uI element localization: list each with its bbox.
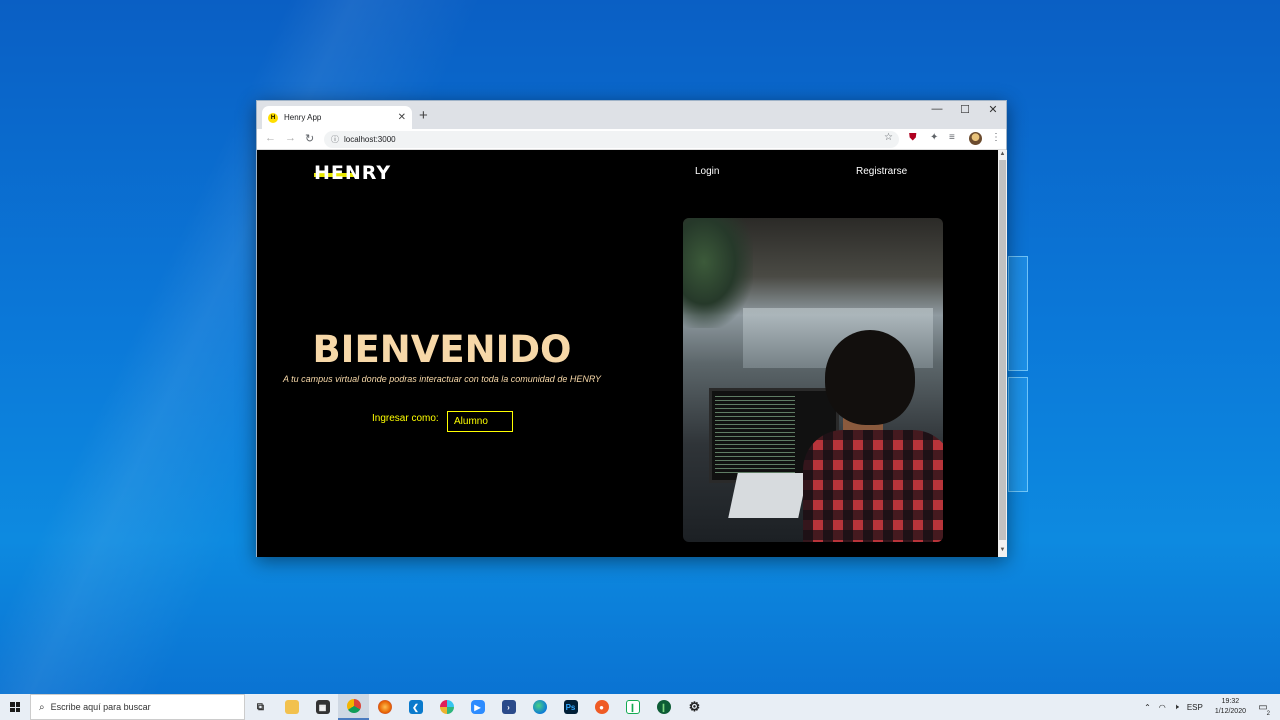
powershell-icon[interactable]: › [493,694,524,720]
store-icon[interactable]: ▦ [307,694,338,720]
menu-dots-icon[interactable]: ⋮ [991,132,1001,143]
address-text: localhost:3000 [344,135,396,144]
notification-count: 2 [1266,711,1270,717]
media-control-icon[interactable]: ≡ [949,132,955,143]
login-link[interactable]: Login [695,166,719,177]
settings-icon[interactable]: ⚙ [679,694,710,720]
photoshop-icon[interactable]: Ps [555,694,586,720]
search-placeholder: Escribe aquí para buscar [50,702,151,712]
system-tray: ⌃ ◠ 🕨 ESP 19:32 1/12/2020 ▭ 2 [1140,694,1280,720]
notification-center-icon[interactable]: ▭ 2 [1254,698,1272,717]
role-select[interactable]: Alumno [447,411,513,432]
close-window-button[interactable]: ✕ [979,103,1007,116]
browser-window: H Henry App ✕ + — ☐ ✕ ← → ↻ ⓘ localhost:… [256,100,1007,557]
network-icon[interactable]: ◠ [1159,703,1166,712]
windows-start-icon [10,702,20,712]
extension-shield-icon[interactable]: ⛊ [909,132,917,143]
photo-code-lines [715,396,795,476]
scroll-thumb[interactable] [999,160,1006,540]
scroll-down-icon[interactable]: ▼ [999,547,1006,553]
volume-icon[interactable]: 🕨 [1174,702,1179,712]
forward-arrow-icon[interactable]: → [285,132,296,144]
register-link[interactable]: Registrarse [856,166,907,177]
vscode-icon[interactable]: ❮ [400,694,431,720]
browser-titlebar: H Henry App ✕ + — ☐ ✕ [257,101,1006,129]
firefox-icon[interactable] [369,694,400,720]
tab-close-icon[interactable]: ✕ [398,112,406,123]
profile-avatar[interactable] [969,132,982,145]
photo-head [825,330,915,425]
chrome-icon[interactable] [338,694,369,720]
task-view-icon[interactable]: ⧉ [245,694,276,720]
back-arrow-icon[interactable]: ← [265,132,276,144]
minimize-button[interactable]: — [923,103,951,115]
windows-logo-pane [1008,377,1028,492]
search-icon: ⌕ [39,701,45,713]
page-scrollbar[interactable]: ▲ ▼ [998,150,1007,557]
site-info-icon[interactable]: ⓘ [331,134,339,145]
file-explorer-icon[interactable] [276,694,307,720]
zoom-icon[interactable]: ▶ [462,694,493,720]
reload-icon[interactable]: ↻ [305,132,314,145]
taskbar-search[interactable]: ⌕ Escribe aquí para buscar [30,694,245,720]
postman-icon[interactable]: ● [586,694,617,720]
extensions-puzzle-icon[interactable]: ✦ [930,132,938,143]
taskbar: ⌕ Escribe aquí para buscar ⧉ ▦ ❮ ▶ › Ps … [0,694,1280,720]
clock-time: 19:32 [1221,698,1240,705]
henry-logo[interactable]: HENRY [314,162,391,184]
maximize-button[interactable]: ☐ [951,103,979,116]
slack-icon[interactable] [431,694,462,720]
photo-laptop [728,473,808,518]
start-button[interactable] [0,694,30,720]
clock[interactable]: 19:32 1/12/2020 [1215,697,1246,717]
mongodb-compass-icon[interactable]: ❙ [617,694,648,720]
hero-photo [683,218,943,542]
address-bar[interactable]: ⓘ localhost:3000 [324,131,899,148]
browser-tab[interactable]: H Henry App ✕ [262,106,412,129]
windows-logo-pane [1008,256,1028,371]
hero-title: BIENVENIDO [312,328,572,371]
role-label: Ingresar como: [372,413,439,424]
bookmark-star-icon[interactable]: ☆ [884,132,893,143]
photo-person [803,330,943,542]
page-viewport: HENRY Login Registrarse BIENVENIDO A tu … [257,150,998,557]
new-tab-button[interactable]: + [419,107,428,124]
edge-icon[interactable] [524,694,555,720]
clock-date: 1/12/2020 [1214,708,1246,715]
language-indicator[interactable]: ESP [1187,703,1203,712]
photo-plaid-shirt [803,430,943,542]
hero-subtitle: A tu campus virtual donde podras interac… [282,374,601,384]
tray-chevron-icon[interactable]: ⌃ [1144,703,1151,712]
mongodb-icon[interactable]: ❙ [648,694,679,720]
henry-favicon-icon: H [268,112,278,123]
scroll-up-icon[interactable]: ▲ [999,151,1006,157]
browser-toolbar: ← → ↻ ⓘ localhost:3000 ☆ ⛊ ✦ ≡ ⋮ [257,129,1006,150]
tab-title: Henry App [284,113,322,122]
